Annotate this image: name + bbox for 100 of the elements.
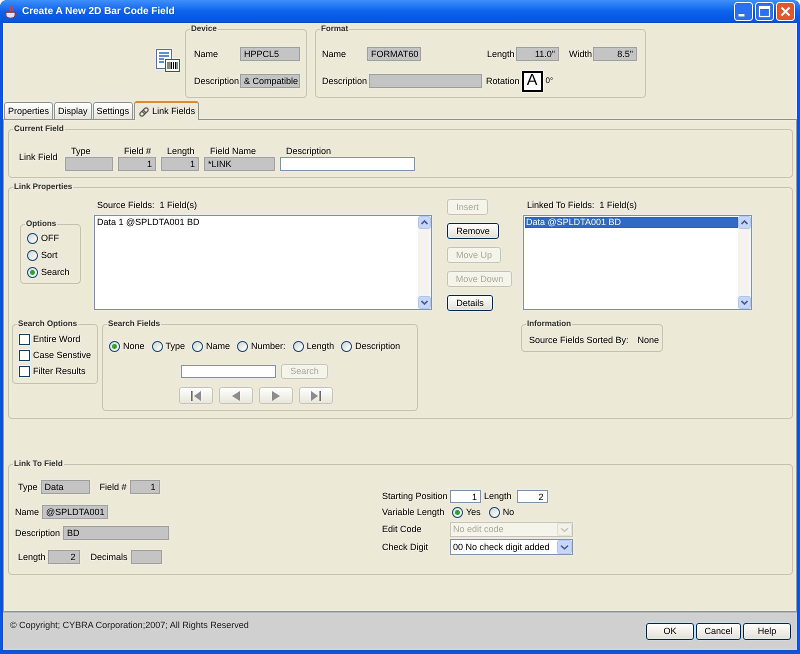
radio-button[interactable] bbox=[27, 250, 38, 261]
readonly-field: FORMAT60 bbox=[367, 47, 421, 61]
triangle-right-icon bbox=[272, 390, 280, 400]
field-label: Description bbox=[194, 76, 240, 86]
triangle-left-icon bbox=[232, 390, 240, 400]
list-label: Source Fields: bbox=[97, 200, 155, 210]
field-label: Check Digit bbox=[382, 542, 430, 552]
checkbox[interactable] bbox=[19, 366, 30, 376]
column-header: Description bbox=[285, 146, 332, 157]
readonly-field: 1 bbox=[130, 480, 160, 494]
search-input[interactable] bbox=[181, 365, 276, 378]
input-field[interactable]: 1 bbox=[450, 490, 481, 503]
field-label: Type bbox=[18, 482, 38, 492]
column-header: Type bbox=[70, 146, 92, 157]
ok-button[interactable]: OK bbox=[646, 623, 694, 640]
field-label: Edit Code bbox=[382, 524, 423, 535]
tab[interactable]: Properties bbox=[4, 102, 54, 119]
readonly-field: 1 bbox=[161, 157, 199, 171]
radio-label: Number: bbox=[251, 340, 286, 352]
field-count: 1 Field(s) bbox=[160, 200, 198, 210]
checkbox[interactable] bbox=[19, 350, 30, 360]
radio-button[interactable] bbox=[237, 340, 248, 352]
field-label: Link Field bbox=[19, 152, 59, 163]
radio-label: Name bbox=[206, 340, 230, 352]
field-label: Length bbox=[487, 48, 516, 60]
radio-label: Search bbox=[41, 267, 70, 278]
readonly-field: Data bbox=[40, 480, 90, 494]
radio-label: Yes bbox=[466, 507, 481, 518]
checkbox-label: Filter Results bbox=[33, 366, 86, 376]
radio-button[interactable] bbox=[27, 267, 38, 278]
field-label: Description bbox=[322, 76, 368, 86]
list-item[interactable]: Data 1 @SPLDTA001 BD bbox=[96, 217, 418, 228]
group-title: Link Properties bbox=[13, 182, 74, 192]
rotation-value: 0° bbox=[546, 76, 554, 86]
field-label: Rotation bbox=[486, 76, 520, 86]
maximize-icon[interactable] bbox=[755, 2, 774, 21]
skip-back-icon bbox=[190, 390, 202, 400]
input-field[interactable] bbox=[280, 157, 415, 171]
readonly-field bbox=[65, 157, 113, 171]
next-button[interactable] bbox=[259, 387, 293, 404]
details-button[interactable]: Details bbox=[447, 295, 493, 311]
dropdown[interactable]: 00 No check digit added bbox=[450, 539, 573, 555]
info-label: Source Fields Sorted By: bbox=[529, 334, 629, 346]
readonly-field: 11.0" bbox=[516, 47, 559, 61]
rotation-preview: A bbox=[522, 70, 543, 92]
field-label: Starting Position bbox=[382, 491, 449, 502]
field-label: Field # bbox=[100, 482, 127, 492]
first-page-button[interactable] bbox=[179, 387, 213, 404]
radio-label: Sort bbox=[41, 250, 58, 261]
skip-forward-icon bbox=[310, 390, 322, 400]
readonly-field: & Compatible bbox=[240, 74, 300, 88]
group-title: Format bbox=[320, 24, 350, 34]
tab[interactable]: Display bbox=[54, 102, 92, 119]
group-title: Information bbox=[526, 319, 572, 329]
radio-button[interactable] bbox=[488, 507, 500, 518]
field-count: 1 Field(s) bbox=[599, 200, 637, 210]
field-label: Variable Length bbox=[382, 507, 446, 518]
radio-label: Description bbox=[355, 340, 400, 352]
field-label: Width bbox=[569, 48, 593, 60]
previous-button[interactable] bbox=[219, 387, 253, 404]
column-header: Length bbox=[166, 146, 196, 157]
radio-button[interactable] bbox=[341, 340, 352, 352]
readonly-field: *LINK bbox=[204, 157, 275, 171]
list-box[interactable]: Data @SPLDTA001 BD bbox=[523, 215, 752, 310]
radio-label: None bbox=[123, 340, 145, 352]
info-value: None bbox=[638, 334, 660, 346]
checkbox[interactable] bbox=[19, 334, 30, 344]
radio-label: Type bbox=[166, 340, 186, 352]
list-label: Linked To Fields: bbox=[527, 200, 594, 210]
radio-label: OFF bbox=[41, 233, 59, 244]
radio-button[interactable] bbox=[192, 340, 204, 352]
coffee-cup-icon bbox=[4, 4, 18, 18]
close-icon[interactable] bbox=[776, 2, 795, 21]
radio-button[interactable] bbox=[152, 340, 163, 352]
input-field[interactable]: 2 bbox=[516, 490, 548, 503]
radio-button[interactable] bbox=[27, 233, 38, 244]
tab[interactable]: Link Fields bbox=[134, 101, 200, 120]
radio-button[interactable] bbox=[109, 340, 120, 352]
last-page-button[interactable] bbox=[299, 387, 333, 404]
remove-button[interactable]: Remove bbox=[447, 223, 499, 239]
readonly-field bbox=[130, 550, 162, 564]
field-label: Name bbox=[15, 506, 40, 518]
radio-button[interactable] bbox=[452, 507, 463, 518]
radio-button[interactable] bbox=[292, 340, 304, 352]
dropdown-arrow-icon[interactable] bbox=[557, 540, 572, 554]
chain-link-icon bbox=[138, 106, 150, 118]
field-label: Decimals bbox=[90, 552, 128, 562]
group-title: Current Field bbox=[13, 124, 65, 134]
minimize-icon[interactable] bbox=[734, 2, 753, 21]
group-title: Search Options bbox=[17, 319, 78, 329]
list-box[interactable]: Data 1 @SPLDTA001 BD bbox=[94, 215, 432, 310]
barcode-document-icon bbox=[156, 49, 180, 72]
tab[interactable]: Settings bbox=[92, 102, 134, 119]
column-header: Field # bbox=[123, 146, 152, 157]
cancel-button[interactable]: Cancel bbox=[696, 623, 741, 640]
readonly-field: BD bbox=[63, 526, 170, 540]
list-item[interactable]: Data @SPLDTA001 BD bbox=[525, 217, 738, 228]
help-button[interactable]: Help bbox=[743, 623, 791, 640]
copyright-text: © Copyright; CYBRA Corporation;2007; All Rights Reserved bbox=[10, 620, 249, 631]
window-title: Create A New 2D Bar Code Field bbox=[22, 6, 175, 16]
